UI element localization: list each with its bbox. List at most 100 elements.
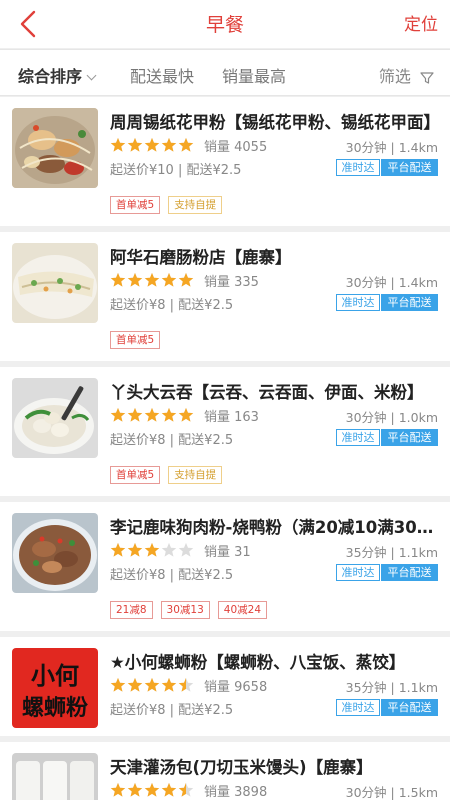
shop-logo-text: 螺蛳粉 <box>21 695 88 721</box>
delivery-time-distance: 30分钟 | 1.0km <box>345 410 438 425</box>
star-icon-filled <box>110 542 126 557</box>
locate-button[interactable]: 定位 <box>404 10 438 35</box>
shop-card[interactable]: 天津灌汤包(刀切玉米馒头)【鹿寨】 销量 3898 30分钟 | 1.5km <box>0 742 450 800</box>
shop-name: 阿华石磨肠粉店【鹿寨】 <box>110 248 292 267</box>
star-icon-filled <box>144 272 160 287</box>
top-header: 早餐 定位 <box>0 0 450 48</box>
promo-tag: 30减13 <box>160 601 210 619</box>
star-icon-filled <box>144 407 160 422</box>
star-icon-filled <box>127 677 143 692</box>
promo-tags: 首单减5 支持自提 <box>110 463 230 484</box>
funnel-icon <box>420 71 434 84</box>
filter-button[interactable]: 筛选 <box>379 63 434 87</box>
star-rating <box>110 407 194 422</box>
promo-tag: 40减24 <box>217 601 268 619</box>
star-icon <box>178 542 194 557</box>
sales-count: 销量 3898 <box>204 785 268 800</box>
promo-tag: 首单减5 <box>110 466 161 484</box>
ontime-badge: 准时达 <box>336 429 380 446</box>
sort-comprehensive-tab[interactable]: 综合排序 <box>18 63 97 87</box>
star-icon-filled <box>127 272 143 287</box>
shop-card[interactable]: 小何 螺蛳粉 ★小何螺蛳粉【螺蛳粉、八宝饭、蒸饺】 销量 9658 35分钟 |… <box>0 637 450 736</box>
sort-filter-bar: 综合排序 配送最快 销量最高 筛选 <box>0 49 450 96</box>
star-icon-filled <box>127 542 143 557</box>
ontime-badge: 准时达 <box>336 159 380 176</box>
sales-count: 销量 163 <box>204 410 259 425</box>
delivery-time-distance: 30分钟 | 1.4km <box>345 275 438 290</box>
star-icon-filled <box>110 137 126 152</box>
filter-label: 筛选 <box>378 67 411 86</box>
shop-thumbnail <box>12 108 98 188</box>
star-icon-filled <box>127 137 143 152</box>
star-rating <box>110 137 194 152</box>
star-icon-filled <box>178 407 194 422</box>
ontime-badge: 准时达 <box>336 699 380 716</box>
sort-fastest-delivery-tab[interactable]: 配送最快 <box>130 63 194 87</box>
platform-delivery-badge: 平台配送 <box>381 564 438 581</box>
shop-card[interactable]: 李记鹿味狗肉粉-烧鸭粉（满20减10满30减13） 销量 31 35分钟 | 1… <box>0 502 450 631</box>
star-icon-filled <box>144 677 160 692</box>
pickup-tag: 支持自提 <box>168 196 223 214</box>
page-title: 早餐 <box>205 14 244 36</box>
min-order-delivery-fee: 起送价¥10 | 配送¥2.5 <box>110 163 242 178</box>
shop-thumbnail <box>12 513 98 593</box>
shop-thumbnail <box>12 378 98 458</box>
star-icon-filled <box>178 137 194 152</box>
promo-tag: 首单减5 <box>110 196 161 214</box>
delivery-time-distance: 30分钟 | 1.4km <box>345 140 438 155</box>
shop-name: 李记鹿味狗肉粉-烧鸭粉（满20减10满30减13） <box>110 518 440 537</box>
platform-delivery-badge: 平台配送 <box>381 699 438 716</box>
shop-name: 周周锡纸花甲粉【锡纸花甲粉、锡纸花甲面】 <box>110 113 440 132</box>
star-icon-filled <box>161 677 177 692</box>
shop-card[interactable]: 周周锡纸花甲粉【锡纸花甲粉、锡纸花甲面】 销量 4055 30分钟 | 1.4k… <box>0 97 450 226</box>
shop-name: 天津灌汤包(刀切玉米馒头)【鹿寨】 <box>110 758 373 777</box>
star-icon-filled <box>161 137 177 152</box>
sales-count: 销量 4055 <box>204 140 268 155</box>
min-order-delivery-fee: 起送价¥8 | 配送¥2.5 <box>110 703 234 718</box>
shop-logo: 小何 螺蛳粉 <box>12 648 98 728</box>
star-icon-filled <box>110 782 126 797</box>
star-icon-filled <box>110 677 126 692</box>
star-rating <box>110 272 194 287</box>
star-icon-filled <box>110 407 126 422</box>
platform-delivery-badge: 平台配送 <box>381 294 438 311</box>
star-icon-filled <box>161 407 177 422</box>
sales-count: 销量 31 <box>204 545 251 560</box>
star-icon-filled <box>161 272 177 287</box>
star-rating <box>110 677 194 692</box>
platform-delivery-badge: 平台配送 <box>381 159 438 176</box>
promo-tags: 21减8 30减13 40减24 <box>110 598 275 619</box>
shop-thumbnail <box>12 243 98 323</box>
star-icon-filled <box>127 407 143 422</box>
ontime-badge: 准时达 <box>336 564 380 581</box>
sales-count: 销量 9658 <box>204 680 268 695</box>
promo-tag: 首单减5 <box>110 331 161 349</box>
promo-tags: 首单减5 支持自提 <box>110 193 230 214</box>
min-order-delivery-fee: 起送价¥8 | 配送¥2.5 <box>110 298 234 313</box>
shop-name: 丫头大云吞【云吞、云吞面、伊面、米粉】 <box>110 383 424 402</box>
promo-tag: 21减8 <box>110 601 153 619</box>
ontime-badge: 准时达 <box>336 294 380 311</box>
star-icon-filled <box>127 782 143 797</box>
min-order-delivery-fee: 起送价¥8 | 配送¥2.5 <box>110 568 234 583</box>
sort-comprehensive-label: 综合排序 <box>18 67 83 86</box>
star-icon-filled <box>161 782 177 797</box>
star-icon-filled <box>144 782 160 797</box>
shop-card[interactable]: 阿华石磨肠粉店【鹿寨】 销量 335 30分钟 | 1.4km 起送价¥8 | … <box>0 232 450 361</box>
delivery-time-distance: 35分钟 | 1.1km <box>345 680 438 695</box>
promo-tags: 首单减5 <box>110 328 168 349</box>
platform-delivery-badge: 平台配送 <box>381 429 438 446</box>
delivery-time-distance: 35分钟 | 1.1km <box>345 545 438 560</box>
sort-best-selling-tab[interactable]: 销量最高 <box>222 63 286 87</box>
delivery-time-distance: 30分钟 | 1.5km <box>345 785 438 800</box>
star-rating <box>110 782 194 797</box>
star-icon-filled <box>144 542 160 557</box>
shop-thumbnail <box>12 753 98 800</box>
chevron-down-icon <box>86 70 97 81</box>
sales-count: 销量 335 <box>204 275 259 290</box>
shop-name: ★小何螺蛳粉【螺蛳粉、八宝饭、蒸饺】 <box>110 653 406 672</box>
shop-card[interactable]: 丫头大云吞【云吞、云吞面、伊面、米粉】 销量 163 30分钟 | 1.0km … <box>0 367 450 496</box>
pickup-tag: 支持自提 <box>168 466 223 484</box>
star-icon-filled <box>178 272 194 287</box>
shop-logo-text: 小何 <box>31 661 79 690</box>
